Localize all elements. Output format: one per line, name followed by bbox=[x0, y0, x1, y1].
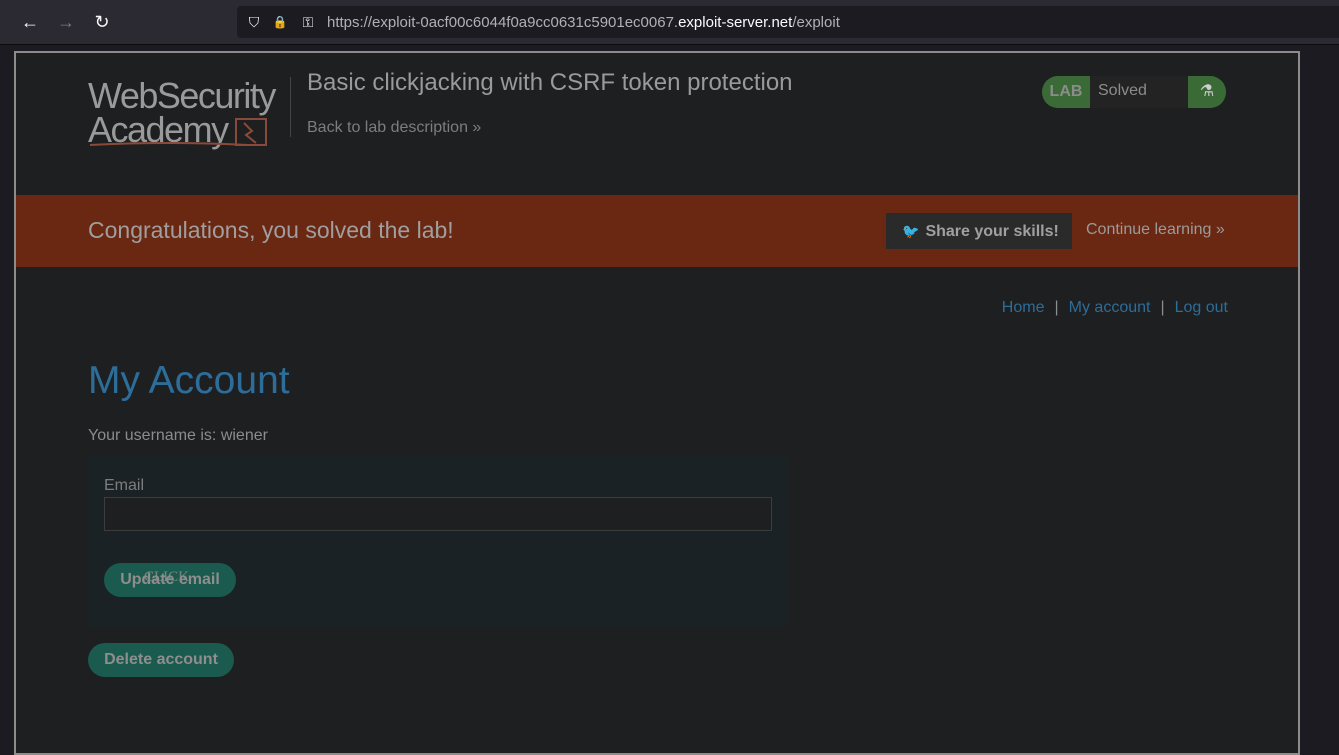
status-lab-label: LAB bbox=[1042, 76, 1090, 108]
exploit-iframe: WebSecurity Academy Basic clickjacking w… bbox=[14, 51, 1300, 755]
nav-home[interactable]: Home bbox=[1002, 299, 1045, 316]
browser-toolbar: ← → ↻ ⛉ 🔒 ⚿ https://exploit-0acf00c6044f… bbox=[0, 0, 1339, 45]
continue-learning-link[interactable]: Continue learning » bbox=[1086, 221, 1225, 239]
url-path: /exploit bbox=[792, 14, 840, 31]
shield-icon[interactable]: ⛉ bbox=[245, 13, 263, 31]
url-host: exploit-server.net bbox=[678, 14, 793, 31]
email-field[interactable] bbox=[104, 497, 772, 531]
url-text[interactable]: https://exploit-0acf00c6044f0a9cc0631c59… bbox=[327, 14, 840, 31]
flask-icon: ⚗ bbox=[1188, 76, 1226, 108]
solved-banner: Congratulations, you solved the lab! 🐦 Sh… bbox=[16, 195, 1298, 267]
forward-icon[interactable]: → bbox=[55, 11, 77, 33]
decoy-click-text[interactable]: CLICK bbox=[144, 569, 189, 586]
nav-my-account[interactable]: My account bbox=[1069, 299, 1151, 316]
logo-flask-icon bbox=[89, 118, 267, 146]
nav-separator: | bbox=[1054, 299, 1059, 316]
lab-status-badge: LAB Solved ⚗ bbox=[1042, 76, 1226, 108]
twitter-icon: 🐦 bbox=[902, 223, 920, 239]
share-skills-button[interactable]: 🐦 Share your skills! bbox=[886, 213, 1072, 249]
nav-log-out[interactable]: Log out bbox=[1175, 299, 1228, 316]
lock-icon[interactable]: 🔒 bbox=[271, 13, 289, 31]
academy-logo[interactable]: WebSecurity Academy bbox=[88, 75, 288, 150]
url-bar[interactable]: ⛉ 🔒 ⚿ https://exploit-0acf00c6044f0a9cc0… bbox=[237, 6, 1339, 38]
email-label: Email bbox=[104, 477, 145, 494]
url-prefix: https://exploit-0acf00c6044f0a9cc0631c59… bbox=[327, 14, 679, 31]
lab-title: Basic clickjacking with CSRF token prote… bbox=[307, 69, 793, 96]
nav-separator: | bbox=[1160, 299, 1165, 316]
username-text: Your username is: wiener bbox=[88, 427, 268, 444]
back-to-description-link[interactable]: Back to lab description » bbox=[307, 119, 481, 137]
change-email-form: Email Update email CLICK bbox=[88, 455, 788, 627]
lab-header: WebSecurity Academy Basic clickjacking w… bbox=[16, 53, 1298, 195]
back-icon[interactable]: ← bbox=[19, 11, 41, 33]
page-title: My Account bbox=[88, 359, 290, 402]
reload-icon[interactable]: ↻ bbox=[91, 11, 113, 33]
delete-account-button[interactable]: Delete account bbox=[88, 643, 234, 677]
top-navigation: Home | My account | Log out bbox=[1002, 299, 1228, 317]
header-divider bbox=[290, 77, 291, 137]
share-label: Share your skills! bbox=[925, 223, 1059, 240]
key-icon[interactable]: ⚿ bbox=[299, 13, 317, 31]
status-value: Solved bbox=[1090, 76, 1188, 108]
congrats-message: Congratulations, you solved the lab! bbox=[88, 217, 454, 243]
